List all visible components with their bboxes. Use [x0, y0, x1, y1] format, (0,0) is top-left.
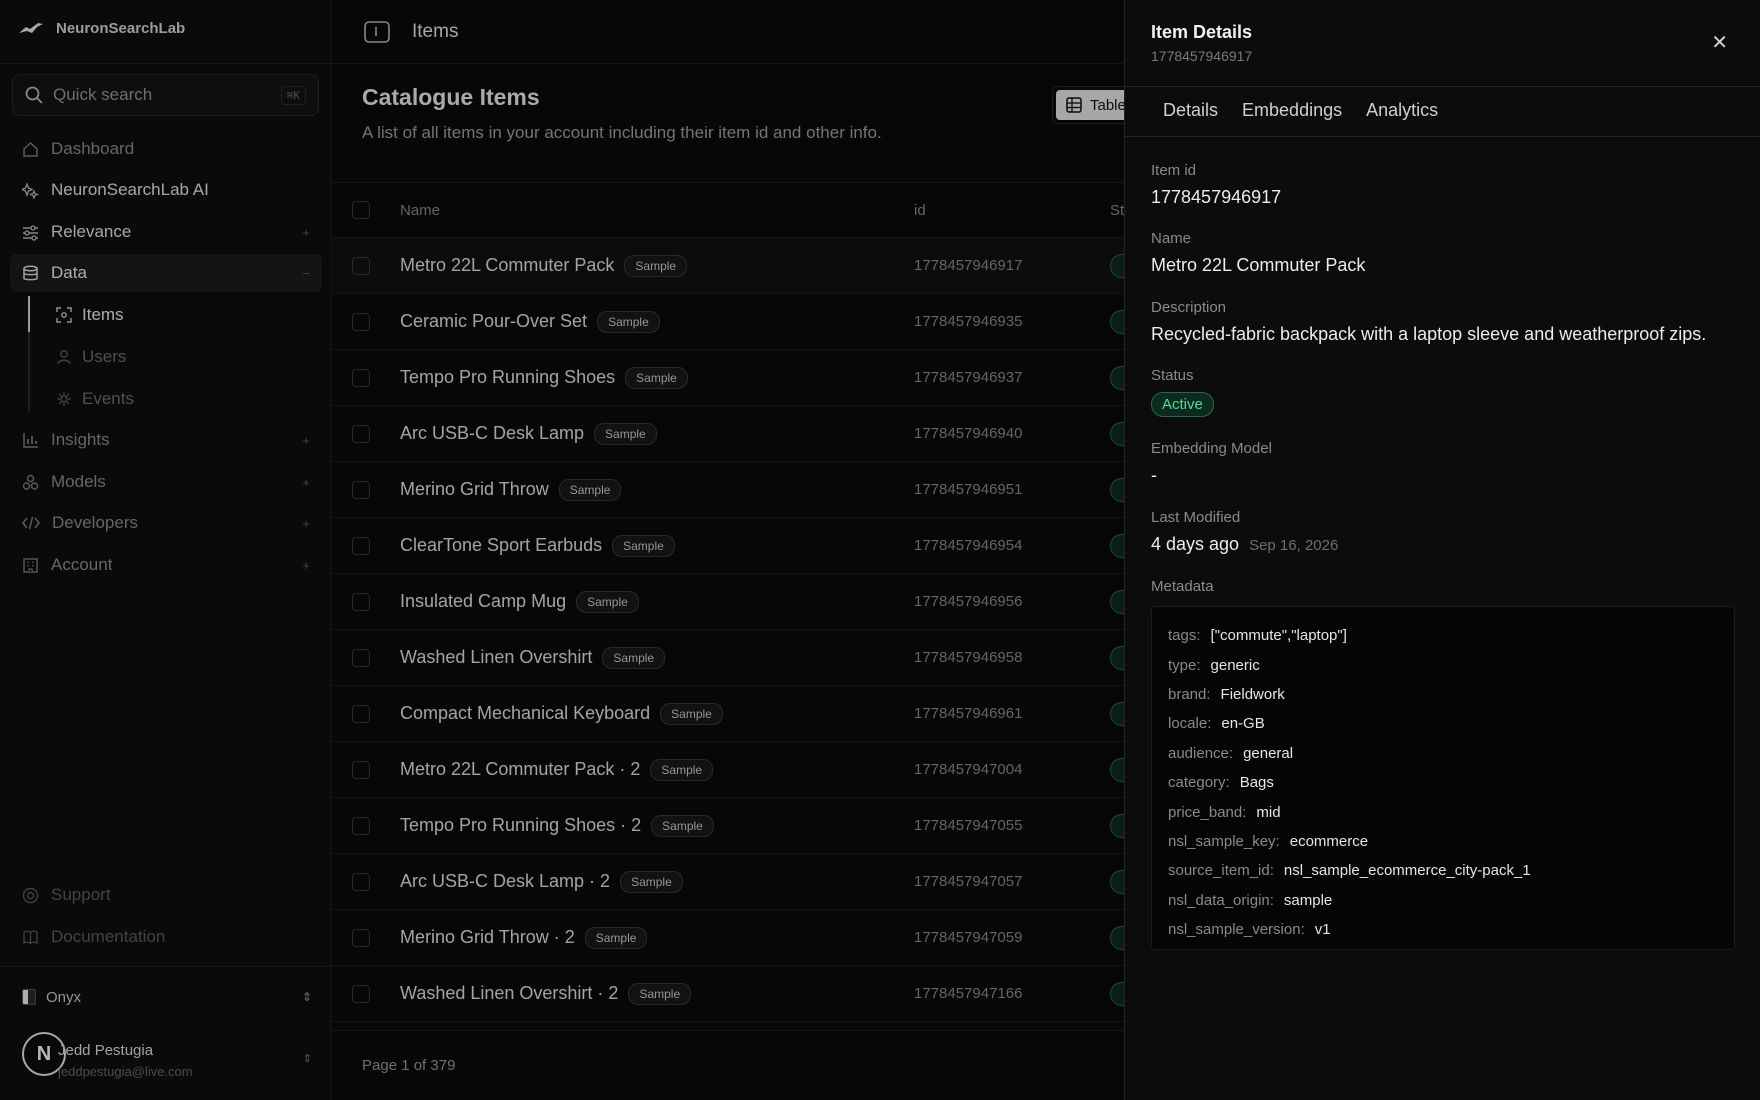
- field-embedding-model: Embedding Model -: [1151, 440, 1272, 486]
- field-item-id: Item id 1778457946917: [1151, 162, 1281, 208]
- metadata-entry: audience: general: [1168, 739, 1718, 768]
- panel-tabs: Details Embeddings Analytics: [1151, 92, 1450, 129]
- metadata-value: mid: [1256, 803, 1281, 821]
- metadata-key: source_item_id:: [1168, 862, 1274, 880]
- field-value: 1778457946917: [1151, 187, 1282, 207]
- metadata-value: sample: [1283, 891, 1333, 909]
- metadata-key: nsl_sample_version:: [1168, 921, 1305, 939]
- field-status: Status Active: [1151, 367, 1214, 417]
- metadata-value: general: [1243, 744, 1294, 762]
- field-value: Recycled-fabric backpack with a laptop s…: [1151, 324, 1707, 344]
- divider: [1125, 86, 1760, 87]
- modified-date: Sep 16, 2026: [1249, 537, 1339, 554]
- field-label: Embedding Model: [1151, 440, 1272, 457]
- metadata-entry: locale: en-GB: [1168, 709, 1718, 738]
- metadata-key: brand:: [1168, 685, 1211, 703]
- metadata-key: type:: [1168, 656, 1201, 674]
- metadata-value: ["commute","laptop"]: [1210, 627, 1347, 645]
- field-metadata-label: Metadata: [1151, 578, 1214, 595]
- field-label: Metadata: [1151, 578, 1214, 595]
- metadata-key: category:: [1168, 774, 1230, 792]
- metadata-key: locale:: [1168, 715, 1212, 733]
- status-badge: Active: [1151, 392, 1214, 417]
- field-label: Name: [1151, 230, 1192, 247]
- field-label: Item id: [1151, 162, 1197, 179]
- panel-title: Item Details: [1151, 22, 1253, 42]
- metadata-entry: nsl_sample_version: v1: [1168, 915, 1718, 944]
- metadata-entry: tags: ["commute","laptop"]: [1168, 621, 1718, 650]
- metadata-key: nsl_sample_key:: [1168, 832, 1280, 850]
- app: NeuronSearchLab Quick search ⌘K Dashboar…: [0, 0, 1760, 1100]
- metadata-value: en-GB: [1221, 715, 1265, 733]
- metadata-entry: price_band: mid: [1168, 797, 1718, 826]
- field-label: Last Modified: [1151, 509, 1241, 526]
- metadata-entry: nsl_data_origin: sample: [1168, 886, 1718, 915]
- metadata-entry: brand: Fieldwork: [1168, 680, 1718, 709]
- metadata-value: ecommerce: [1289, 832, 1369, 850]
- field-value: 4 days ago Sep 16, 2026: [1151, 534, 1338, 555]
- metadata-entry: nsl_sample_key: ecommerce: [1168, 827, 1718, 856]
- metadata-entry: type: generic: [1168, 650, 1718, 679]
- metadata-entry: category: Bags: [1168, 768, 1718, 797]
- metadata-entry: source_item_id: nsl_sample_ecommerce_city…: [1168, 856, 1718, 885]
- panel-subtitle: 1778457946917: [1151, 48, 1253, 64]
- metadata-value: Fieldwork: [1220, 685, 1285, 703]
- field-description: Description Recycled-fabric backpack wit…: [1151, 299, 1706, 345]
- overlay[interactable]: [0, 0, 1124, 1100]
- metadata-key: audience:: [1168, 744, 1234, 762]
- metadata-key: price_band:: [1168, 803, 1247, 821]
- divider: [1125, 136, 1760, 137]
- metadata-value: v1: [1314, 921, 1331, 939]
- field-label: Description: [1151, 299, 1227, 316]
- close-icon[interactable]: ✕: [1711, 30, 1728, 55]
- field-value: -: [1151, 465, 1157, 485]
- field-value: Metro 22L Commuter Pack: [1151, 255, 1366, 275]
- metadata-value: Bags: [1239, 774, 1274, 792]
- tab-details[interactable]: Details: [1151, 92, 1230, 129]
- metadata-value: nsl_sample_ecommerce_city-pack_1: [1283, 862, 1531, 880]
- tab-analytics[interactable]: Analytics: [1354, 92, 1450, 129]
- metadata-key: nsl_data_origin:: [1168, 891, 1274, 909]
- item-details-panel: Item Details 1778457946917 ✕ Details Emb…: [1124, 0, 1760, 1100]
- field-last-modified: Last Modified 4 days ago Sep 16, 2026: [1151, 509, 1338, 555]
- modified-relative: 4 days ago: [1151, 534, 1240, 554]
- field-name: Name Metro 22L Commuter Pack: [1151, 230, 1365, 276]
- metadata-block: tags: ["commute","laptop"] type: generic bra…: [1151, 606, 1735, 950]
- field-label: Status: [1151, 367, 1194, 384]
- metadata-key: tags:: [1168, 627, 1201, 645]
- tab-embeddings[interactable]: Embeddings: [1230, 92, 1354, 129]
- metadata-value: generic: [1210, 656, 1260, 674]
